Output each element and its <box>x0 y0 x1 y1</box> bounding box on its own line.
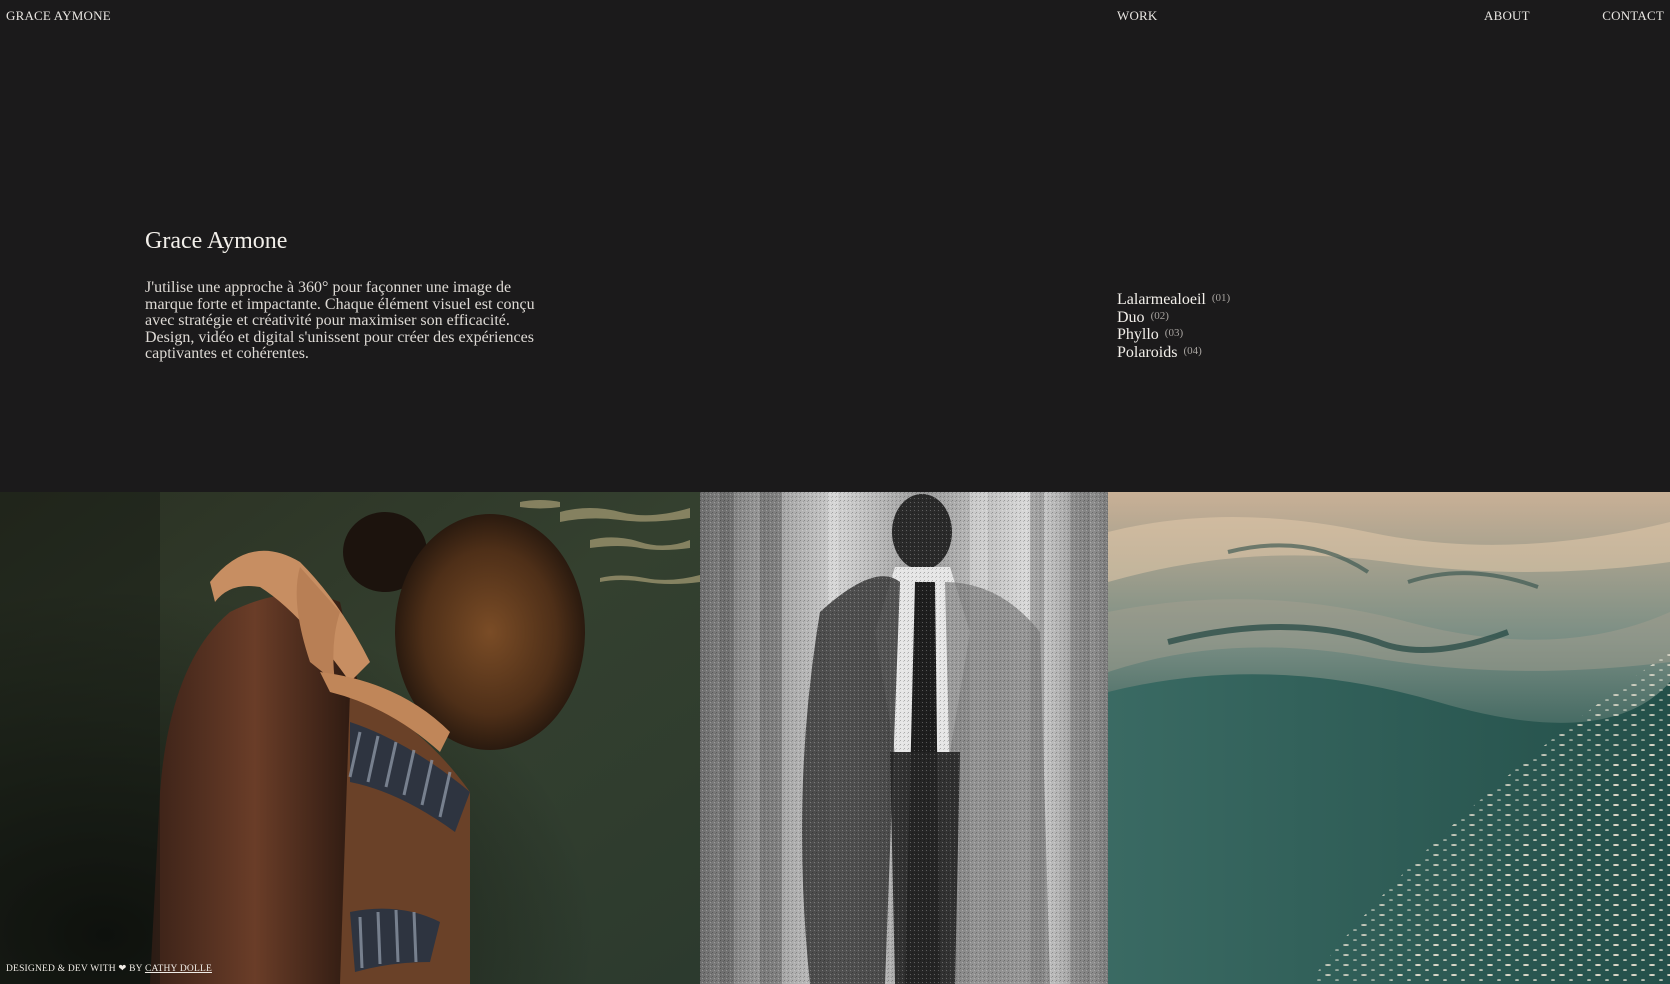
page-title: Grace Aymone <box>145 228 288 254</box>
credit-by-text: BY <box>129 964 143 974</box>
heart-icon: ❤ <box>118 964 127 974</box>
intro-paragraph: J'utilise une approche à 360° pour façon… <box>145 279 535 362</box>
water-surface-photo[interactable] <box>1108 492 1670 984</box>
project-name: Duo <box>1117 308 1145 326</box>
man-behind-curtain-bw-photo[interactable] <box>700 492 1108 984</box>
nav-about-link[interactable]: ABOUT <box>1484 8 1530 24</box>
credit-text: DESIGNED & DEV WITH <box>6 964 116 974</box>
portfolio-page: GRACE AYMONE WORK ABOUT CONTACT Grace Ay… <box>0 0 1670 984</box>
project-item-polaroids[interactable]: Polaroids (04) <box>1117 342 1230 362</box>
project-name: Polaroids <box>1117 344 1178 362</box>
project-item-duo[interactable]: Duo (02) <box>1117 307 1230 326</box>
project-number: (01) <box>1211 292 1231 304</box>
photo-gallery <box>0 492 1670 984</box>
project-name: Phyllo <box>1117 326 1159 344</box>
nav-work-link[interactable]: WORK <box>1117 8 1158 24</box>
nav-contact-link[interactable]: CONTACT <box>1602 8 1664 24</box>
project-number: (04) <box>1183 345 1202 358</box>
project-name: Lalarmealoeil <box>1117 291 1206 308</box>
project-item-lalarmealoeil[interactable]: Lalarmealoeil (01) <box>1117 289 1231 308</box>
brand-home-link[interactable]: GRACE AYMONE <box>6 8 111 24</box>
project-item-phyllo[interactable]: Phyllo (03) <box>1117 324 1230 344</box>
designer-credit-link[interactable]: CATHY DOLLE <box>145 964 212 974</box>
footer-credit: DESIGNED & DEV WITH ❤ BY CATHY DOLLE <box>6 963 212 974</box>
project-number: (03) <box>1164 327 1184 340</box>
project-number: (02) <box>1150 309 1169 322</box>
couple-embracing-in-water-photo[interactable] <box>0 492 700 984</box>
project-list: Lalarmealoeil (01) Duo (02) Phyllo (03) … <box>1117 289 1231 362</box>
